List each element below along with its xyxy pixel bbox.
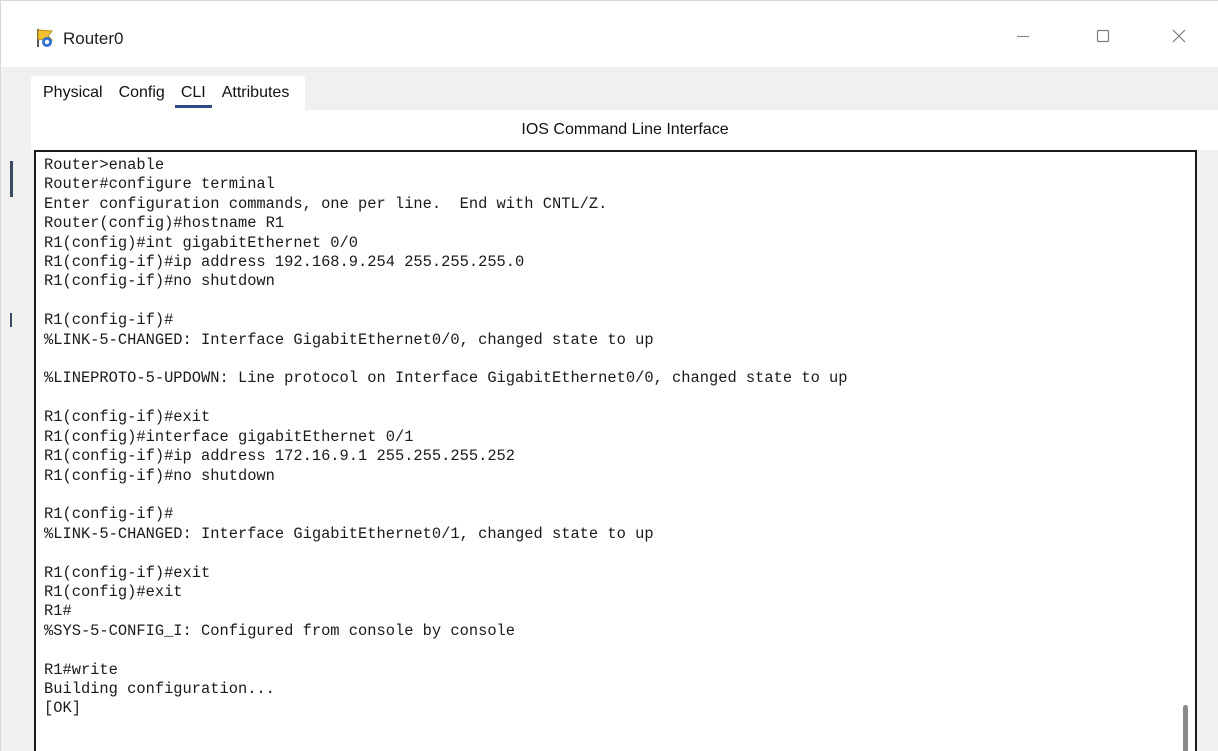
terminal-line: R1(config)#interface gigabitEthernet 0/1 (44, 427, 414, 446)
terminal-line: Building configuration... (44, 679, 275, 698)
scrollbar-thumb[interactable] (1183, 705, 1188, 751)
title-bar: Router0 (1, 1, 1218, 67)
terminal-line: Enter configuration commands, one per li… (44, 194, 608, 213)
minimize-icon (1015, 28, 1031, 49)
terminal-line: R1(config-if)# (44, 311, 174, 330)
tab-config[interactable]: Config (111, 76, 173, 110)
terminal-line: R1(config-if)#no shutdown (44, 272, 275, 291)
window-edge-accent (10, 161, 13, 197)
terminal-line: R1(config)#int gigabitEthernet 0/0 (44, 233, 359, 252)
window-title: Router0 (63, 29, 124, 48)
tab-physical[interactable]: Physical (35, 76, 111, 110)
terminal-line: R1(config-if)# (44, 505, 174, 524)
terminal-line: %LINK-5-CHANGED: Interface GigabitEthern… (44, 330, 654, 349)
terminal-line: R1(config-if)#ip address 172.16.9.1 255.… (44, 447, 516, 466)
terminal-line: R1(config-if)#exit (44, 563, 211, 582)
maximize-icon (1095, 28, 1111, 49)
terminal-line: Router>enable (44, 156, 165, 174)
terminal-output[interactable]: Router>enable Router#configure terminal … (36, 152, 1195, 719)
terminal-line: %LINEPROTO-5-UPDOWN: Line protocol on In… (44, 369, 848, 388)
tab-cli[interactable]: CLI (173, 76, 214, 110)
close-icon (1171, 28, 1187, 49)
terminal-line: Router#configure terminal (44, 175, 275, 194)
router-app-icon (35, 27, 57, 49)
device-tab-strip: Physical Config CLI Attributes (31, 76, 306, 110)
minimize-button[interactable] (1001, 21, 1045, 55)
cli-panel: IOS Command Line Interface Router>enable… (31, 110, 1218, 751)
terminal-line: R1(config-if)#exit (44, 408, 211, 427)
terminal-line: R1# (44, 602, 72, 621)
window-edge-accent (10, 313, 12, 327)
terminal-line: R1(config-if)#ip address 192.168.9.254 2… (44, 253, 525, 272)
maximize-button[interactable] (1081, 21, 1125, 55)
terminal-line: R1(config)#exit (44, 582, 183, 601)
close-button[interactable] (1157, 21, 1201, 55)
terminal-line: %LINK-5-CHANGED: Interface GigabitEthern… (44, 524, 654, 543)
terminal-line: [OK] (44, 699, 81, 718)
terminal-line: R1(config-if)#no shutdown (44, 466, 275, 485)
cli-header: IOS Command Line Interface (31, 110, 1218, 150)
terminal-line: %SYS-5-CONFIG_I: Configured from console… (44, 621, 516, 640)
cli-terminal[interactable]: Router>enable Router#configure terminal … (34, 150, 1197, 751)
terminal-line: R1#write (44, 660, 118, 679)
terminal-scrollbar[interactable] (1180, 152, 1194, 751)
router-window: Router0 Physical Config CLI Attributes I… (0, 0, 1218, 751)
terminal-line: Router(config)#hostname R1 (44, 214, 285, 233)
tab-attributes[interactable]: Attributes (214, 76, 298, 110)
